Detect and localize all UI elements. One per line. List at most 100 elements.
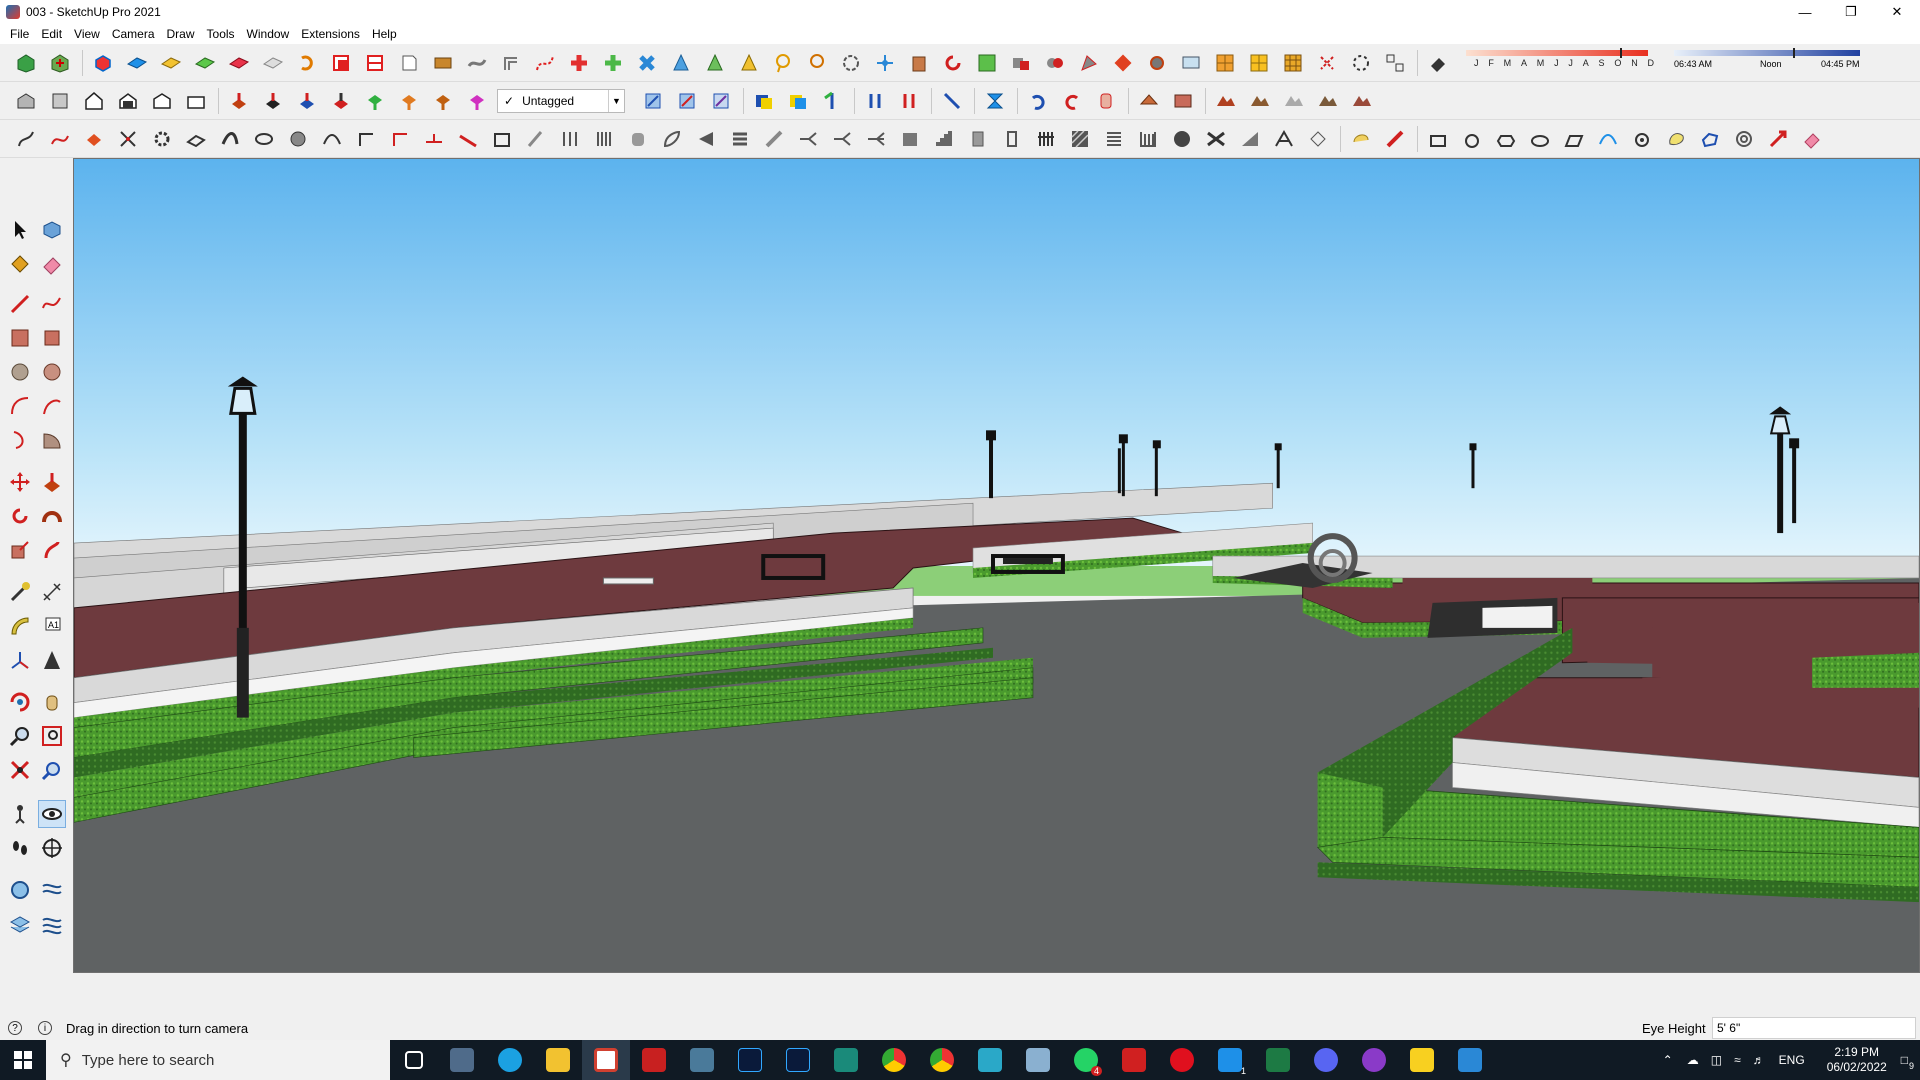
left-house-icon[interactable] — [182, 87, 209, 115]
app-icon-grid[interactable] — [678, 1040, 726, 1080]
wifi-icon[interactable]: ≈ — [1734, 1053, 1741, 1067]
battery-icon[interactable]: ◫ — [1711, 1053, 1722, 1067]
frame-icon[interactable] — [488, 125, 515, 153]
stairs-icon[interactable] — [930, 125, 957, 153]
push-green-icon[interactable] — [361, 87, 388, 115]
circle-icon[interactable] — [1458, 125, 1485, 153]
views-back-icon[interactable] — [225, 49, 252, 77]
extension-warehouse-icon[interactable] — [46, 49, 73, 77]
task-view-icon[interactable] — [390, 1040, 438, 1080]
paint-bucket-icon[interactable] — [6, 250, 34, 278]
app-teal-icon[interactable] — [822, 1040, 870, 1080]
split-icon[interactable] — [794, 125, 821, 153]
display-mode-a-icon[interactable] — [750, 87, 777, 115]
multiply-icon[interactable] — [633, 49, 660, 77]
wall-icon[interactable] — [964, 125, 991, 153]
circle-tool-icon[interactable] — [6, 358, 34, 386]
file-explorer-icon[interactable] — [534, 1040, 582, 1080]
section-cuts-icon[interactable] — [361, 49, 388, 77]
zoom-extents-icon[interactable] — [6, 756, 34, 784]
month-slider-thumb[interactable] — [1620, 48, 1622, 58]
split-3-icon[interactable] — [862, 125, 889, 153]
layout-icon[interactable] — [1381, 49, 1408, 77]
volume-icon[interactable]: ♬ — [1753, 1053, 1765, 1067]
photoshop-2-icon[interactable] — [774, 1040, 822, 1080]
brick-icon[interactable] — [1169, 87, 1196, 115]
tag-dropdown[interactable]: ✓ Untagged ▼ — [497, 88, 625, 113]
bezier-curve-icon[interactable] — [46, 125, 73, 153]
iso-house-icon[interactable] — [12, 87, 39, 115]
eraser-pink-icon[interactable] — [1798, 125, 1825, 153]
tools-a-icon[interactable] — [1007, 49, 1034, 77]
warehouse-icon[interactable] — [12, 49, 39, 77]
measurement-input[interactable]: 5' 6" — [1712, 1017, 1916, 1039]
roof-icon[interactable] — [1135, 87, 1162, 115]
gears-icon[interactable] — [1143, 49, 1170, 77]
loop-icon[interactable] — [939, 49, 966, 77]
notifications-icon[interactable]: □ 9 — [1901, 1053, 1914, 1071]
terrain-a-icon[interactable] — [1212, 87, 1239, 115]
hatch-icon[interactable] — [1066, 125, 1093, 153]
three-point-arc-icon[interactable] — [6, 426, 34, 454]
photos-icon[interactable] — [1446, 1040, 1494, 1080]
rotate-tool-icon[interactable] — [6, 502, 34, 530]
slash-icon[interactable] — [760, 125, 787, 153]
freehand-icon[interactable] — [38, 290, 66, 318]
door-icon[interactable] — [998, 125, 1025, 153]
arrow-left-icon[interactable] — [692, 125, 719, 153]
make-component-icon[interactable] — [38, 216, 66, 244]
move-tool-icon[interactable] — [6, 468, 34, 496]
menu-camera[interactable]: Camera — [106, 27, 161, 41]
louvre-icon[interactable] — [1100, 125, 1127, 153]
clock[interactable]: 2:19 PM 06/02/2022 — [1827, 1045, 1887, 1075]
dimension-tool-icon[interactable] — [38, 578, 66, 606]
columns-2-icon[interactable] — [590, 125, 617, 153]
scale-diagonal-icon[interactable] — [938, 87, 965, 115]
fence-icon[interactable] — [1032, 125, 1059, 153]
chrome-2-icon[interactable] — [918, 1040, 966, 1080]
cone-icon[interactable] — [667, 49, 694, 77]
pie-tool-icon[interactable] — [38, 426, 66, 454]
sandbox-from-scratch-icon[interactable] — [38, 876, 66, 904]
sandbox-from-contours-icon[interactable] — [6, 876, 34, 904]
fan-icon[interactable] — [1202, 125, 1229, 153]
pencil-red-icon[interactable] — [1381, 125, 1408, 153]
arc-tool-icon[interactable] — [6, 392, 34, 420]
sketchup-taskbar-icon[interactable] — [582, 1040, 630, 1080]
app-shield-icon[interactable] — [1110, 1040, 1158, 1080]
push-orange-icon[interactable] — [395, 87, 422, 115]
extrude-icon[interactable] — [905, 49, 932, 77]
hand-icon[interactable] — [624, 125, 651, 153]
hourglass-icon[interactable] — [981, 87, 1008, 115]
ellipse-icon[interactable] — [1526, 125, 1553, 153]
taskbar-search[interactable]: ⚲ Type here to search — [46, 1040, 390, 1080]
section-plane-icon[interactable] — [327, 49, 354, 77]
views-top-icon[interactable] — [123, 49, 150, 77]
explode-icon[interactable] — [1313, 49, 1340, 77]
ramp-icon[interactable] — [1236, 125, 1263, 153]
parallelogram-icon[interactable] — [1560, 125, 1587, 153]
tools-c-icon[interactable] — [1075, 49, 1102, 77]
undo-blue-icon[interactable] — [1024, 87, 1051, 115]
walk-tool-icon[interactable] — [6, 834, 34, 862]
rect-icon[interactable] — [1424, 125, 1451, 153]
menu-tools[interactable]: Tools — [201, 27, 241, 41]
close-button[interactable]: ✕ — [1874, 0, 1920, 24]
offset-tool-icon[interactable] — [38, 536, 66, 564]
menu-extensions[interactable]: Extensions — [295, 27, 366, 41]
tape-measure-icon[interactable] — [6, 578, 34, 606]
discord-icon[interactable] — [1302, 1040, 1350, 1080]
push-brown-icon[interactable] — [429, 87, 456, 115]
menu-edit[interactable]: Edit — [35, 27, 68, 41]
stack-icon[interactable] — [726, 125, 753, 153]
two-point-arc-icon[interactable] — [38, 392, 66, 420]
select-tool-icon[interactable] — [6, 216, 34, 244]
calculator-icon[interactable] — [438, 1040, 486, 1080]
app-purple-icon[interactable] — [1350, 1040, 1398, 1080]
vscode-icon[interactable]: 1 — [1206, 1040, 1254, 1080]
monitor-icon[interactable] — [1177, 49, 1204, 77]
autocad-icon[interactable] — [630, 1040, 678, 1080]
xray-icon[interactable] — [639, 87, 666, 115]
eraser-icon[interactable] — [38, 250, 66, 278]
lasso-icon[interactable] — [769, 49, 796, 77]
